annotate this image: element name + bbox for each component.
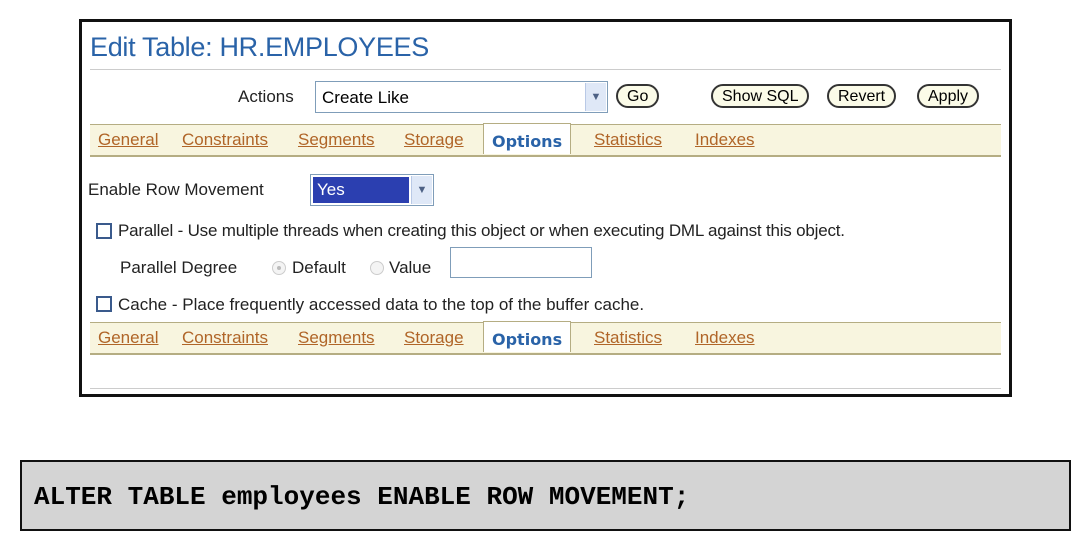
tab-general[interactable]: General [98, 130, 158, 150]
cache-checkbox[interactable] [96, 296, 112, 312]
row-movement-label: Enable Row Movement [88, 180, 264, 199]
default-radio-label: Default [292, 258, 346, 277]
tab-indexes[interactable]: Indexes [695, 328, 755, 348]
sql-statement: ALTER TABLE employees ENABLE ROW MOVEMEN… [34, 482, 690, 512]
go-button[interactable]: Go [616, 84, 660, 108]
tab-indexes[interactable]: Indexes [695, 130, 755, 150]
tab-storage[interactable]: Storage [404, 328, 464, 348]
tab-bar-top: General Constraints Segments Storage Opt… [90, 123, 1001, 157]
tab-constraints[interactable]: Constraints [182, 328, 268, 348]
chevron-down-icon: ▼ [585, 83, 606, 111]
row-movement-select[interactable]: Yes ▼ [310, 174, 434, 206]
default-radio[interactable] [272, 261, 286, 275]
tab-options[interactable]: Options [483, 321, 572, 352]
actions-select[interactable]: Create Like ▼ [315, 81, 608, 113]
tab-segments[interactable]: Segments [298, 328, 375, 348]
revert-button[interactable]: Revert [827, 84, 897, 108]
tab-constraints[interactable]: Constraints [182, 130, 268, 150]
actions-value: Create Like [322, 88, 409, 107]
divider [90, 388, 1001, 389]
tab-general[interactable]: General [98, 328, 158, 348]
sql-statement-box: ALTER TABLE employees ENABLE ROW MOVEMEN… [20, 460, 1071, 531]
tab-storage[interactable]: Storage [404, 130, 464, 150]
show-sql-button[interactable]: Show SQL [711, 84, 810, 108]
parallel-value-input[interactable] [450, 247, 592, 278]
tab-statistics[interactable]: Statistics [594, 130, 662, 150]
cache-label: Cache - Place frequently accessed data t… [118, 295, 645, 314]
chevron-down-icon: ▼ [411, 176, 432, 204]
apply-button[interactable]: Apply [917, 84, 980, 108]
tab-statistics[interactable]: Statistics [594, 328, 662, 348]
parallel-degree-label: Parallel Degree [120, 258, 238, 277]
actions-label: Actions [238, 87, 294, 106]
edit-table-window: Edit Table: HR.EMPLOYEES Actions Create … [79, 19, 1012, 397]
tab-segments[interactable]: Segments [298, 130, 375, 150]
parallel-checkbox[interactable] [96, 223, 112, 239]
value-radio[interactable] [370, 261, 384, 275]
tab-options[interactable]: Options [483, 123, 572, 154]
tab-bar-bottom: General Constraints Segments Storage Opt… [90, 321, 1001, 355]
value-radio-label: Value [389, 258, 432, 277]
divider [90, 69, 1001, 70]
row-movement-value: Yes [313, 177, 409, 203]
page-title: Edit Table: HR.EMPLOYEES [90, 32, 429, 62]
parallel-label: Parallel - Use multiple threads when cre… [118, 221, 845, 240]
